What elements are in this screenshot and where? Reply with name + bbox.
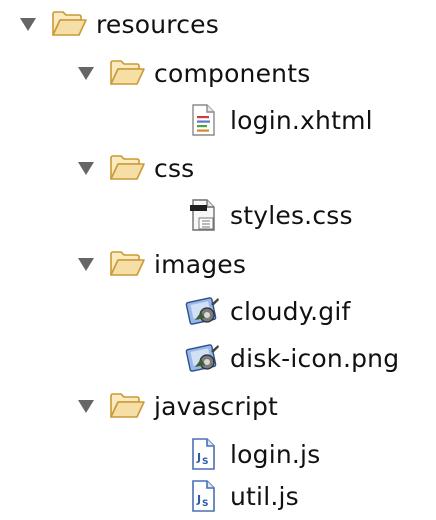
tree-node-styles-css[interactable]: styles.css (184, 191, 353, 239)
file-tree: resources components login.xhtml css sty… (0, 0, 436, 518)
tree-node-label: images (154, 249, 247, 279)
tree-node-components[interactable]: components (76, 49, 310, 97)
tree-node-label: components (154, 58, 311, 88)
tree-node-resources[interactable]: resources (18, 0, 219, 48)
tree-node-util-js[interactable]: util.js (184, 472, 299, 520)
folder-open-icon (108, 246, 146, 282)
expand-toggle-icon[interactable] (76, 254, 96, 274)
expand-toggle-icon[interactable] (76, 63, 96, 83)
css-file-icon (184, 197, 222, 233)
expand-toggle-icon[interactable] (18, 14, 38, 34)
image-file-icon (184, 340, 222, 376)
tree-node-label: javascript (154, 391, 279, 421)
tree-node-label: resources (96, 9, 219, 39)
image-file-icon (184, 293, 222, 329)
tree-node-login-xhtml[interactable]: login.xhtml (184, 96, 373, 144)
folder-open-icon (108, 388, 146, 424)
tree-node-label: login.js (230, 439, 321, 469)
folder-open-icon (50, 6, 88, 42)
tree-node-javascript[interactable]: javascript (76, 382, 278, 430)
js-file-icon (184, 478, 222, 514)
tree-node-label: disk-icon.png (230, 343, 400, 373)
expand-toggle-icon[interactable] (76, 396, 96, 416)
xhtml-file-icon (184, 102, 222, 138)
tree-node-label: css (154, 153, 195, 183)
expand-toggle-icon[interactable] (76, 158, 96, 178)
js-file-icon (184, 436, 222, 472)
tree-node-label: util.js (230, 481, 299, 511)
tree-node-css[interactable]: css (76, 144, 194, 192)
tree-node-cloudy-gif[interactable]: cloudy.gif (184, 287, 351, 335)
folder-open-icon (108, 150, 146, 186)
tree-node-label: login.xhtml (230, 105, 373, 135)
tree-node-disk-icon-png[interactable]: disk-icon.png (184, 334, 399, 382)
tree-node-label: styles.css (230, 200, 353, 230)
tree-node-images[interactable]: images (76, 240, 246, 288)
tree-node-login-js[interactable]: login.js (184, 430, 320, 478)
tree-node-label: cloudy.gif (230, 296, 351, 326)
folder-open-icon (108, 55, 146, 91)
